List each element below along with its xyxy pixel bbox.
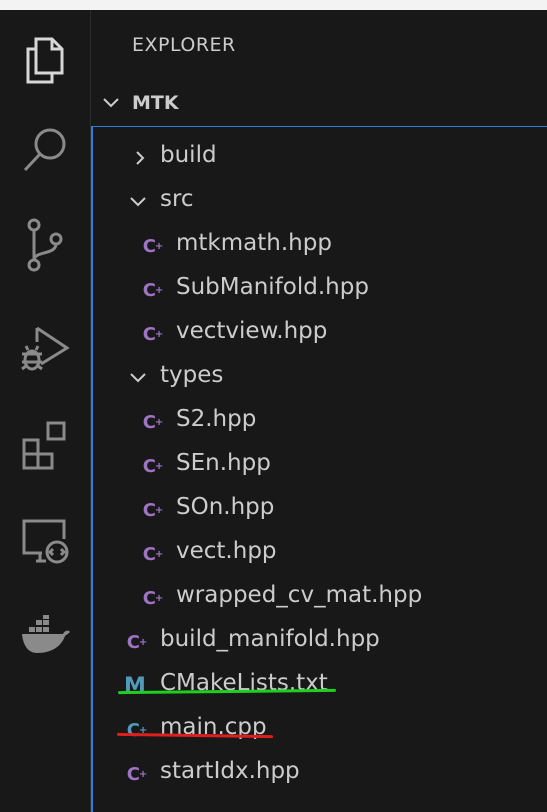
tree-item-label: build [160, 142, 217, 168]
run-debug-activity-button[interactable] [0, 315, 90, 385]
chevron-down-icon [126, 365, 150, 391]
file-tree: build src C + mtkmath.hpp C + SubManifold.… [91, 126, 547, 812]
source-control-activity-button[interactable] [0, 210, 90, 280]
cpp-header-file-icon: C + [142, 587, 164, 609]
tree-item-label: SubManifold.hpp [176, 274, 369, 300]
cmake-file-icon: M [124, 673, 146, 699]
tree-item-label: types [160, 362, 224, 388]
cpp-header-file-icon: C + [142, 455, 164, 477]
window-top-strip [0, 0, 547, 10]
cpp-header-file-icon: C + [142, 543, 164, 565]
cpp-header-file-icon: C + [142, 323, 164, 345]
workspace-folder-name: MTK [132, 92, 179, 114]
tree-item-build[interactable]: build [93, 136, 547, 180]
chevron-down-icon [103, 98, 119, 108]
tree-item-src[interactable]: src [93, 180, 547, 224]
tree-item-types[interactable]: types [93, 356, 547, 400]
tree-item-label: S2.hpp [176, 406, 257, 432]
source-control-icon [27, 218, 63, 272]
docker-activity-button[interactable] [0, 600, 90, 670]
tree-item-label: wrapped_cv_mat.hpp [176, 582, 423, 608]
tree-item-submanifold-hpp[interactable]: C + SubManifold.hpp [93, 268, 547, 312]
tree-item-label: src [160, 186, 194, 212]
tree-item-mtkmath-hpp[interactable]: C + mtkmath.hpp [93, 224, 547, 268]
tree-item-label: startIdx.hpp [160, 758, 300, 784]
tree-item-wrapped-cv-mat-hpp[interactable]: C + wrapped_cv_mat.hpp [93, 576, 547, 620]
run-debug-icon [21, 326, 70, 371]
search-activity-button[interactable] [0, 115, 90, 185]
cpp-source-file-icon: C + [126, 719, 148, 741]
cpp-header-file-icon: C + [142, 279, 164, 301]
cpp-header-file-icon: C + [126, 763, 148, 785]
activity-bar [0, 10, 91, 812]
tree-item-label: vect.hpp [176, 538, 277, 564]
extensions-activity-button[interactable] [0, 410, 90, 480]
tree-item-sen-hpp[interactable]: C + SEn.hpp [93, 444, 547, 488]
remote-explorer-activity-button[interactable] [0, 505, 90, 575]
docker-icon [22, 615, 70, 653]
search-icon [23, 128, 66, 172]
remote-explorer-icon [22, 519, 69, 564]
tree-item-build-manifold-hpp[interactable]: C + build_manifold.hpp [93, 620, 547, 664]
tree-item-label: SOn.hpp [176, 494, 275, 520]
cpp-header-file-icon: C + [142, 499, 164, 521]
chevron-down-icon [126, 189, 150, 215]
tree-item-s2-hpp[interactable]: C + S2.hpp [93, 400, 547, 444]
tree-item-son-hpp[interactable]: C + SOn.hpp [93, 488, 547, 532]
files-icon [26, 37, 64, 84]
tree-item-label: mtkmath.hpp [176, 230, 332, 256]
tree-item-label: build_manifold.hpp [160, 626, 380, 652]
explorer-title: EXPLORER [132, 34, 236, 56]
tree-item-vectview-hpp[interactable]: C + vectview.hpp [93, 312, 547, 356]
cpp-header-file-icon: C + [142, 235, 164, 257]
tree-item-main-cpp[interactable]: C + main.cpp [93, 708, 547, 752]
explorer-activity-button[interactable] [0, 25, 90, 95]
cpp-header-file-icon: C + [126, 631, 148, 653]
tree-item-vect-hpp[interactable]: C + vect.hpp [93, 532, 547, 576]
tree-item-label: SEn.hpp [176, 450, 271, 476]
workspace-folder-header[interactable]: MTK [91, 83, 547, 123]
tree-item-startidx-hpp[interactable]: C + startIdx.hpp [93, 752, 547, 796]
cpp-header-file-icon: C + [142, 411, 164, 433]
tree-item-label: vectview.hpp [176, 318, 328, 344]
tree-item-cmakelists-txt[interactable]: M CMakeLists.txt [93, 664, 547, 708]
chevron-right-icon [128, 145, 152, 171]
extensions-icon [22, 421, 66, 470]
